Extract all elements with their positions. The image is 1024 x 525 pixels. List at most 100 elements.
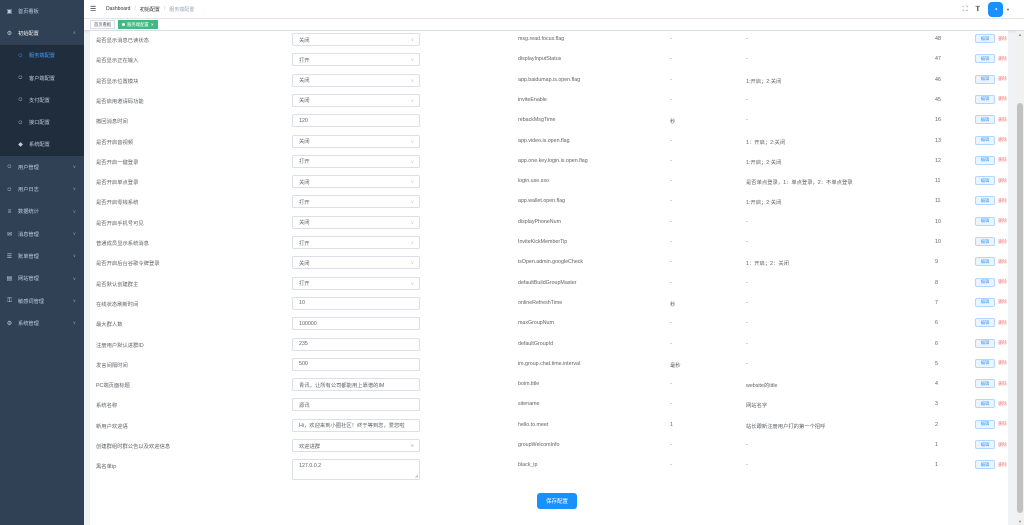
edit-button[interactable]: 编辑 [975, 54, 995, 64]
config-input[interactable]: 127.0.0.2 ◢ [292, 459, 420, 481]
config-input[interactable]: 欢迎进群 ⊗ [292, 439, 420, 452]
tag-home[interactable]: 首页看板 [90, 20, 116, 29]
config-input[interactable]: 青讯，让所有公司都能用上靠谱的IM [292, 378, 420, 392]
config-value: 关闭 [299, 78, 310, 85]
delete-button[interactable]: 删除 [996, 278, 1009, 287]
config-input[interactable]: 10 [292, 296, 420, 310]
delete-button[interactable]: 删除 [996, 440, 1009, 449]
edit-button[interactable]: 编辑 [975, 297, 995, 307]
resize-handle-icon[interactable]: ◢ [415, 473, 418, 478]
chevron-down-icon[interactable]: ▼ [1006, 7, 1010, 12]
sidebar-item[interactable]: ✉ 消息管理 ∨ [0, 223, 84, 245]
config-select[interactable]: 关闭 ∨ [292, 33, 420, 46]
edit-button[interactable]: 编辑 [975, 277, 995, 287]
delete-button[interactable]: 删除 [996, 115, 1009, 124]
sidebar-item[interactable]: ☺ 接口配置 [0, 111, 84, 134]
sidebar-item[interactable]: ⚙ 初始配置 ∧ [0, 22, 84, 44]
edit-button[interactable]: 编辑 [975, 460, 995, 470]
sidebar-item[interactable]: ▣ 首页看板 [0, 0, 84, 22]
scroll-down-icon[interactable]: ▼ [1018, 519, 1022, 524]
sidebar-item[interactable]: ☺ 用户日志 ∨ [0, 178, 84, 200]
hamburger-icon[interactable]: ☰ [90, 5, 98, 13]
edit-button[interactable]: 编辑 [975, 257, 995, 267]
config-select[interactable]: 关闭 ∨ [292, 256, 420, 270]
config-select[interactable]: 关闭 ∨ [292, 93, 420, 107]
edit-button[interactable]: 编辑 [975, 176, 995, 186]
delete-button[interactable]: 删除 [996, 379, 1009, 388]
delete-button[interactable]: 删除 [996, 318, 1009, 327]
delete-button[interactable]: 删除 [996, 359, 1009, 368]
save-config-button[interactable]: 保存配置 [537, 493, 577, 509]
close-icon[interactable]: ✕ [151, 22, 154, 27]
delete-button[interactable]: 删除 [996, 75, 1009, 84]
config-select[interactable]: 关闭 ∨ [292, 215, 420, 229]
sidebar-item[interactable]: ☺ 支付配置 [0, 89, 84, 112]
delete-button[interactable]: 删除 [996, 217, 1009, 226]
edit-button[interactable]: 编辑 [975, 196, 995, 206]
edit-button[interactable]: 编辑 [975, 440, 995, 449]
delete-button[interactable]: 删除 [996, 95, 1009, 104]
edit-button[interactable]: 编辑 [975, 115, 995, 125]
config-select[interactable]: 打开 ∨ [292, 236, 420, 249]
font-size-icon[interactable]: 𝐓 [976, 6, 981, 14]
delete-button[interactable]: 删除 [996, 339, 1009, 348]
sidebar-item[interactable]: ▤ 网站管理 ∨ [0, 268, 84, 290]
sidebar-item[interactable]: ⚿ 敏感词管理 ∨ [0, 290, 84, 312]
config-select[interactable]: 打开 ∨ [292, 195, 420, 209]
sidebar-item[interactable]: ☺ 客户端配置 [0, 66, 84, 90]
edit-button[interactable]: 编辑 [975, 237, 995, 246]
delete-button[interactable]: 删除 [996, 237, 1009, 246]
delete-button[interactable]: 删除 [996, 420, 1009, 429]
edit-button[interactable]: 编辑 [975, 74, 995, 84]
clear-icon[interactable]: ⊗ [410, 443, 414, 449]
delete-button[interactable]: 删除 [996, 54, 1009, 63]
delete-button[interactable]: 删除 [996, 136, 1009, 145]
edit-button[interactable]: 编辑 [975, 338, 995, 348]
config-input[interactable]: 120 [292, 114, 420, 128]
edit-button[interactable]: 编辑 [975, 94, 995, 104]
config-input[interactable]: 235 [292, 337, 420, 351]
delete-button[interactable]: 删除 [996, 156, 1009, 165]
sidebar-item[interactable]: ◆ 系统配置 [0, 133, 84, 157]
config-select[interactable]: 关闭 ∨ [292, 73, 420, 87]
avatar[interactable]: ◔ [988, 2, 1004, 17]
delete-button[interactable]: 删除 [996, 298, 1009, 307]
config-select[interactable]: 打开 ∨ [292, 154, 420, 168]
config-input[interactable]: 500 [292, 357, 420, 371]
delete-button[interactable]: 删除 [996, 196, 1009, 205]
sidebar-item[interactable]: ≡ 数据统计 ∨ [0, 201, 84, 223]
delete-button[interactable]: 删除 [996, 257, 1009, 266]
sidebar-item[interactable]: ☺ 用户管理 ∨ [0, 156, 84, 178]
delete-button[interactable]: 删除 [996, 176, 1009, 185]
scroll-up-icon[interactable]: ▲ [1018, 32, 1022, 37]
config-input[interactable]: 源讯 [292, 398, 420, 412]
fullscreen-icon[interactable]: ⛶ [963, 6, 968, 14]
edit-button[interactable]: 编辑 [975, 379, 995, 389]
edit-button[interactable]: 编辑 [975, 155, 995, 165]
config-select[interactable]: 关闭 ∨ [292, 175, 420, 189]
config-select[interactable]: 打开 ∨ [292, 53, 420, 67]
config-input[interactable]: Hi，欢迎来到小圈社区！终于等到您，爱您啦 [292, 418, 420, 432]
edit-button[interactable]: 编辑 [975, 135, 995, 145]
tag-server-config[interactable]: 服务端配置 ✕ [118, 20, 159, 29]
breadcrumb-dashboard[interactable]: Dashboard [106, 6, 130, 13]
delete-button[interactable]: 删除 [996, 399, 1009, 408]
config-value: 源讯 [299, 402, 310, 409]
sidebar-item[interactable]: ⚙ 系统管理 ∨ [0, 312, 84, 334]
config-input[interactable]: 100000 [292, 317, 420, 331]
edit-button[interactable]: 编辑 [975, 34, 995, 43]
config-select[interactable]: 打开 ∨ [292, 276, 420, 290]
sidebar-item[interactable]: ☰ 账单管理 ∨ [0, 245, 84, 267]
breadcrumb-initial-config[interactable]: 初始配置 [140, 6, 160, 13]
edit-button[interactable]: 编辑 [975, 318, 995, 328]
scrollbar[interactable]: ▲ ▼ [1016, 31, 1024, 525]
edit-button[interactable]: 编辑 [975, 399, 995, 409]
scrollbar-thumb[interactable] [1017, 103, 1023, 513]
edit-button[interactable]: 编辑 [975, 419, 995, 429]
config-select[interactable]: 关闭 ∨ [292, 134, 420, 148]
sidebar-item[interactable]: ☺ 服务端配置 [0, 44, 84, 67]
edit-button[interactable]: 编辑 [975, 358, 995, 368]
delete-button[interactable]: 删除 [996, 460, 1009, 469]
edit-button[interactable]: 编辑 [975, 216, 995, 226]
delete-button[interactable]: 删除 [996, 34, 1009, 43]
